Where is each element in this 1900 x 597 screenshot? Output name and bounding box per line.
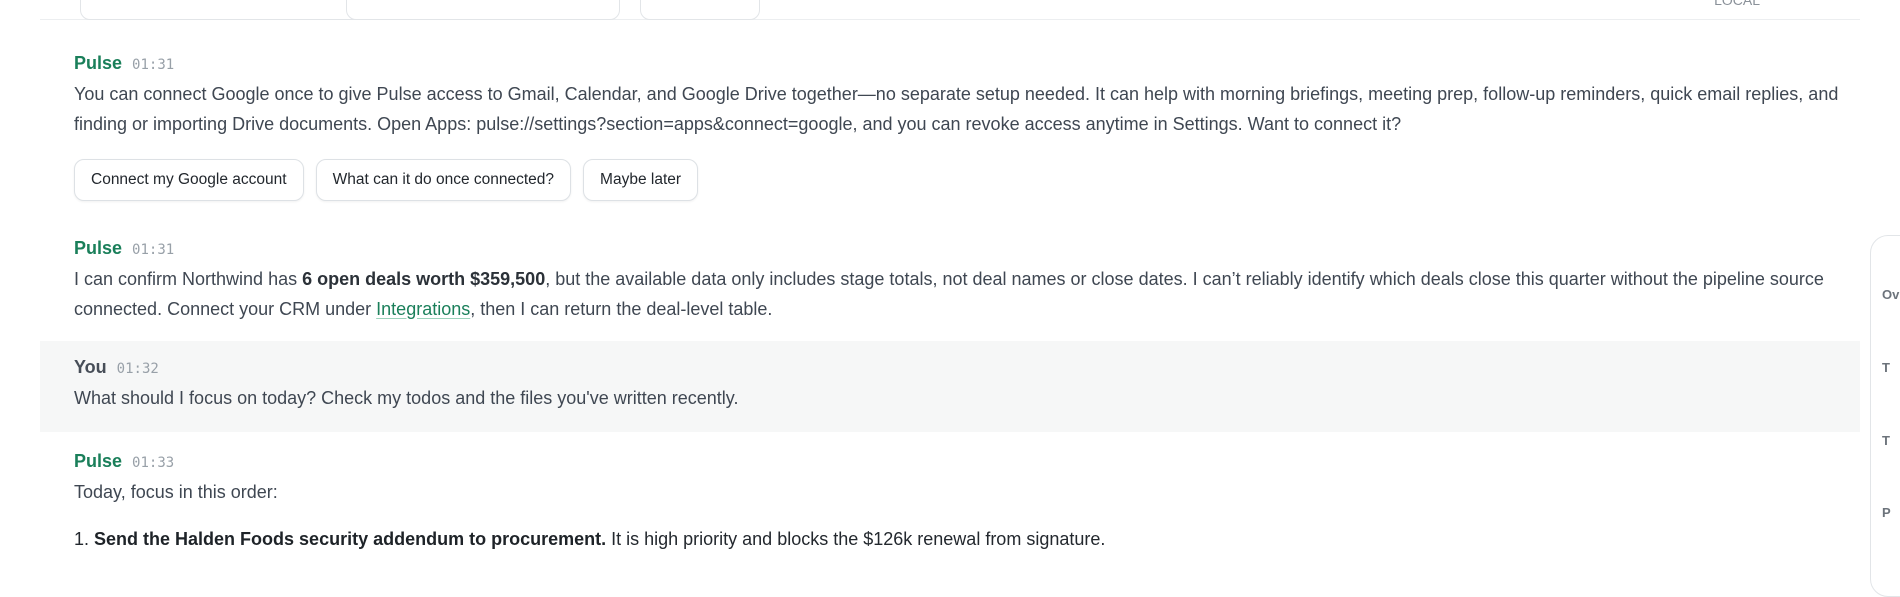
sender-name: Pulse [74,53,123,73]
side-panel-label[interactable]: Ov [1882,287,1899,302]
top-action-bar: LOCAL [40,0,1860,20]
message-time: 01:31 [132,57,175,73]
message-text: What should I focus on today? Check my t… [74,388,739,408]
what-can-it-do-button[interactable]: What can it do once connected? [315,159,572,201]
text-segment: , then I can return the deal-level table… [470,298,773,319]
message-header: You 01:32 [74,357,159,378]
list-number: 1. [74,529,90,549]
assistant-message: Pulse 01:31 You can connect Google once … [40,40,1860,210]
maybe-later-button[interactable]: Maybe later [583,159,699,201]
focus-list: 1. Send the Halden Foods security addend… [74,525,1105,554]
side-panel-label[interactable]: T [1882,360,1890,375]
message-time: 01:32 [116,361,159,377]
list-item-text: It is high priority and blocks the $126k… [606,529,1106,549]
list-item-bold: Send the Halden Foods security addendum … [94,529,607,549]
top-action-button-1[interactable] [80,0,364,20]
assistant-message: Pulse 01:33 Today, focus in this order: … [40,440,1860,567]
message-header: Pulse 01:31 [74,238,174,259]
assistant-message: Pulse 01:31 I can confirm Northwind has … [40,225,1860,330]
message-time: 01:33 [132,455,175,471]
top-action-button-3[interactable] [640,0,760,20]
message-time: 01:31 [132,242,175,258]
text-segment: I can confirm Northwind has [74,269,303,289]
user-message: You 01:32 What should I focus on today? … [40,341,1860,432]
message-header: Pulse 01:33 [74,451,174,472]
side-panel-label[interactable]: P [1882,505,1891,520]
connect-google-button[interactable]: Connect my Google account [74,159,304,201]
sender-name: You [74,357,107,377]
sender-name: Pulse [74,238,123,258]
top-right-label: LOCAL [1714,0,1760,8]
list-item: 1. Send the Halden Foods security addend… [74,525,1105,554]
message-header: Pulse 01:31 [74,53,174,74]
integrations-link[interactable]: Integrations [376,299,470,319]
sender-name: Pulse [74,451,123,471]
side-panel-label[interactable]: T [1882,433,1890,448]
deal-summary-bold: 6 open deals worth $359,500 [302,269,546,289]
message-intro: Today, focus in this order: [74,482,278,502]
suggestion-buttons: Connect my Google account What can it do… [74,159,699,201]
message-text: You can connect Google once to give Puls… [74,84,1839,134]
top-action-button-2[interactable] [346,0,620,20]
message-text: I can confirm Northwind has 6 open deals… [74,265,1864,324]
